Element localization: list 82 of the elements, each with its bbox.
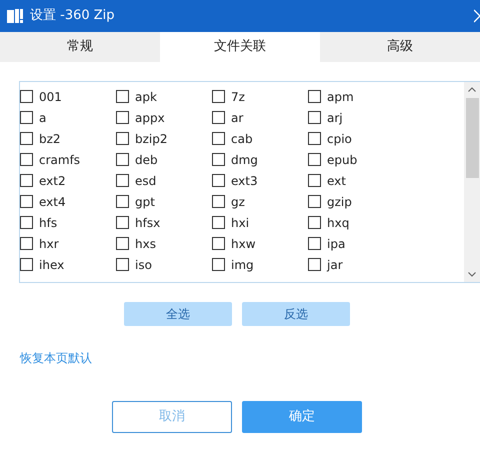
checkbox[interactable] [308, 195, 321, 208]
checkbox[interactable] [212, 195, 225, 208]
checkbox[interactable] [20, 111, 33, 124]
checkbox[interactable] [116, 195, 129, 208]
ok-button[interactable]: 确定 [242, 401, 362, 433]
cancel-button[interactable]: 取消 [112, 401, 232, 433]
tab[interactable]: 高级 [320, 32, 480, 62]
checkbox-label: bzip2 [135, 130, 168, 148]
checkbox[interactable] [212, 111, 225, 124]
checkbox-label: iso [135, 256, 152, 274]
checkbox-label: esd [135, 172, 156, 190]
checkbox-label: bz2 [39, 130, 61, 148]
scrollbar-thumb[interactable] [466, 98, 478, 178]
checkbox-label: jar [327, 256, 343, 274]
checkbox[interactable] [308, 111, 321, 124]
checkbox-label: gpt [135, 194, 155, 210]
checkbox-label: epub [327, 152, 358, 168]
checkbox-label: 7z [231, 88, 245, 106]
checkbox[interactable] [20, 258, 33, 271]
checkbox[interactable] [20, 216, 33, 229]
checkbox[interactable] [116, 258, 129, 271]
scrollbar[interactable] [464, 82, 480, 282]
checkbox[interactable] [20, 153, 33, 166]
checkbox-label: dmg [231, 152, 258, 168]
checkbox-label: ipa [327, 236, 346, 252]
selection-button[interactable]: 全选 [124, 302, 232, 326]
checkbox[interactable] [212, 258, 225, 271]
checkbox-label: cramfs [39, 152, 80, 168]
checkbox[interactable] [116, 90, 129, 103]
checkbox[interactable] [116, 153, 129, 166]
restore-defaults-link[interactable]: 恢复本页默认 [20, 351, 92, 365]
checkbox-label: gzip [327, 194, 352, 210]
checkbox-label: hxi [231, 214, 250, 232]
checkbox[interactable] [116, 111, 129, 124]
checkbox-label: hxs [135, 236, 156, 252]
checkbox-label: gz [231, 194, 245, 210]
checkbox-label: hfs [39, 214, 58, 232]
checkbox-label: appx [135, 110, 165, 126]
checkbox[interactable] [308, 90, 321, 103]
checkbox-label: ar [231, 110, 244, 126]
window-title: 设置 -360 Zip [30, 7, 115, 26]
checkbox-label: 001 [39, 88, 62, 106]
checkbox[interactable] [212, 174, 225, 187]
checkbox[interactable] [212, 132, 225, 145]
checkbox-label: ext4 [39, 194, 66, 210]
checkbox-label: apm [327, 88, 354, 106]
checkbox-label: hxw [231, 236, 256, 252]
checkbox-label: hxr [39, 236, 59, 252]
checkbox-label: ext3 [231, 172, 258, 190]
checkbox[interactable] [116, 237, 129, 250]
checkbox-label: deb [135, 152, 158, 168]
checkbox-label: ext2 [39, 172, 66, 190]
checkbox[interactable] [212, 237, 225, 250]
checkbox-label: img [231, 256, 254, 274]
checkbox-label: apk [135, 88, 157, 106]
selection-button[interactable]: 反选 [242, 302, 350, 326]
checkbox[interactable] [308, 258, 321, 271]
checkbox[interactable] [212, 90, 225, 103]
checkbox-label: cpio [327, 130, 352, 148]
checkbox-label: a [39, 110, 46, 126]
checkbox[interactable] [116, 132, 129, 145]
tab[interactable]: 常规 [0, 32, 160, 62]
checkbox[interactable] [20, 90, 33, 103]
checkbox-label: ext [327, 172, 346, 190]
checkbox[interactable] [308, 237, 321, 250]
checkbox[interactable] [308, 174, 321, 187]
checkbox-label: ihex [39, 256, 64, 274]
checkbox[interactable] [212, 216, 225, 229]
checkbox-label: cab [231, 130, 253, 148]
checkbox-label: hfsx [135, 214, 160, 232]
checkbox[interactable] [308, 132, 321, 145]
checkbox[interactable] [20, 132, 33, 145]
checkbox-label: arj [327, 110, 343, 126]
checkbox[interactable] [20, 195, 33, 208]
checkbox[interactable] [212, 153, 225, 166]
checkbox[interactable] [116, 174, 129, 187]
checkbox-label: hxq [327, 214, 350, 232]
checkbox[interactable] [20, 174, 33, 187]
checkbox[interactable] [116, 216, 129, 229]
checkbox[interactable] [308, 216, 321, 229]
checkbox[interactable] [20, 237, 33, 250]
checkbox[interactable] [308, 153, 321, 166]
